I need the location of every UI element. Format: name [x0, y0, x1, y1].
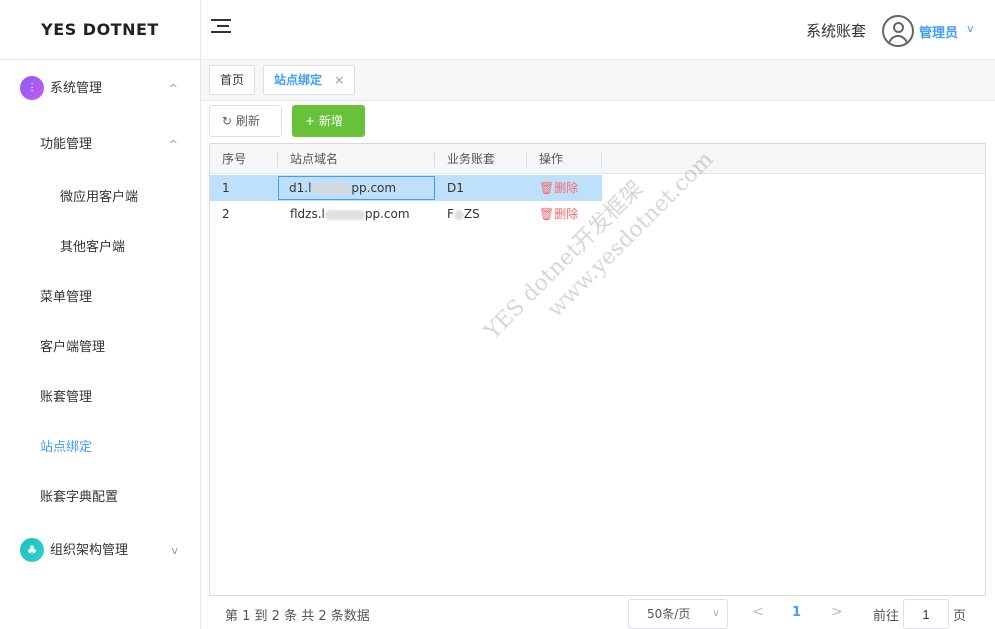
- tab-label: 站点绑定: [274, 73, 323, 87]
- sidebar-item-label: 其他客户端: [60, 240, 126, 255]
- sidebar-item-label: 系统管理: [50, 81, 103, 96]
- sidebar-item-org-structure[interactable]: ♣ 组织架构管理 v: [0, 537, 200, 565]
- tab-home[interactable]: 首页: [209, 65, 256, 95]
- sidebar-item-account-set-management[interactable]: 账套管理: [0, 384, 200, 412]
- site-binding-table: 序号 站点域名 业务账套 操作 1 d1.l pp.com D1 🗑删除 2 fl…: [209, 143, 986, 596]
- sidebar-item-site-binding[interactable]: 站点绑定: [0, 434, 200, 462]
- redacted-text: [311, 183, 352, 194]
- sidebar-item-label: 客户端管理: [40, 340, 106, 355]
- collapse-menu-icon[interactable]: [211, 19, 231, 39]
- sidebar-item-menu-management[interactable]: 菜单管理: [0, 284, 200, 312]
- sidebar-item-system-management[interactable]: ⫶ 系统管理 ^: [0, 75, 200, 103]
- chevron-down-icon: v: [171, 544, 178, 557]
- tabs-bar: 首页 站点绑定 ×: [201, 60, 995, 101]
- sidebar-item-function-management[interactable]: 功能管理 ^: [0, 131, 200, 159]
- cell-operation: 🗑删除: [527, 175, 602, 201]
- sidebar-item-client-management[interactable]: 客户端管理: [0, 334, 200, 362]
- user-avatar-icon[interactable]: [882, 15, 914, 47]
- cell-domain[interactable]: fldzs.l pp.com: [278, 201, 435, 227]
- prev-page-button[interactable]: <: [752, 604, 764, 620]
- sidebar-item-label: 账套管理: [40, 390, 93, 405]
- column-header-domain[interactable]: 站点域名: [278, 144, 435, 174]
- goto-page-input[interactable]: [903, 599, 949, 629]
- column-header-index[interactable]: 序号: [210, 144, 278, 174]
- top-header: 系统账套 管理员 v: [201, 0, 995, 60]
- chevron-down-icon: v: [713, 608, 719, 619]
- tab-site-binding[interactable]: 站点绑定 ×: [263, 65, 356, 95]
- trash-icon: 🗑: [539, 207, 555, 221]
- table-header: 序号 站点域名 业务账套 操作: [210, 144, 985, 174]
- user-name-dropdown[interactable]: 管理员: [919, 22, 958, 41]
- delete-button[interactable]: 🗑删除: [539, 207, 578, 221]
- cell-domain[interactable]: d1.l pp.com: [278, 176, 435, 200]
- cell-index: 1: [222, 181, 230, 195]
- tab-label: 首页: [220, 73, 245, 87]
- refresh-label: 刷新: [235, 114, 260, 128]
- page-number-current[interactable]: 1: [792, 605, 801, 620]
- close-icon[interactable]: ×: [334, 73, 344, 87]
- table-row[interactable]: 1 d1.l pp.com D1 🗑删除: [210, 175, 602, 201]
- sidebar-item-label: 功能管理: [40, 137, 93, 152]
- account-set-switch[interactable]: 系统账套: [806, 20, 866, 41]
- sliders-icon: ⫶: [20, 76, 44, 100]
- sidebar-item-label: 组织架构管理: [50, 543, 129, 558]
- redacted-text: [324, 209, 365, 220]
- sidebar-item-account-dictionary[interactable]: 账套字典配置: [0, 484, 200, 512]
- table-row[interactable]: 2 fldzs.l pp.com F ZS 🗑删除: [210, 201, 602, 227]
- plus-icon: +: [305, 114, 316, 128]
- chevron-up-icon: ^: [168, 138, 178, 151]
- cell-index: 2: [222, 207, 230, 221]
- chevron-up-icon: ^: [168, 82, 178, 95]
- sidebar-item-label: 微应用客户端: [60, 190, 139, 205]
- pagination-info: 第 1 到 2 条 共 2 条数据: [225, 609, 370, 624]
- chevron-down-icon[interactable]: v: [967, 22, 974, 35]
- sidebar-item-label: 站点绑定: [40, 440, 93, 455]
- trash-icon: 🗑: [539, 181, 555, 195]
- redacted-text: [453, 209, 464, 220]
- delete-button[interactable]: 🗑删除: [539, 181, 578, 195]
- sidebar-item-micro-app-client[interactable]: 微应用客户端: [0, 184, 200, 212]
- refresh-icon: ↻: [222, 114, 233, 128]
- next-page-button[interactable]: >: [831, 604, 843, 620]
- column-header-account-set[interactable]: 业务账套: [435, 144, 527, 174]
- app-logo: YES DOTNET: [0, 0, 200, 60]
- sidebar-item-label: 账套字典配置: [40, 490, 119, 505]
- goto-prefix: 前往: [873, 609, 900, 624]
- cell-operation: 🗑删除: [527, 201, 602, 227]
- sidebar-item-label: 菜单管理: [40, 290, 93, 305]
- sidebar: YES DOTNET ⫶ 系统管理 ^ 功能管理 ^ 微应用客户端 其他客户端 …: [0, 0, 201, 629]
- add-button[interactable]: + 新增: [292, 105, 365, 137]
- column-header-operation: 操作: [539, 152, 564, 166]
- refresh-button[interactable]: ↻ 刷新: [209, 105, 282, 137]
- cell-account-set: F ZS: [447, 207, 480, 221]
- goto-suffix: 页: [953, 609, 967, 624]
- add-label: 新增: [318, 114, 343, 128]
- cell-account-set: D1: [447, 181, 464, 195]
- sidebar-item-other-client[interactable]: 其他客户端: [0, 234, 200, 262]
- page-size-select[interactable]: 50条/页 v: [628, 599, 728, 629]
- org-chart-icon: ♣: [20, 538, 44, 562]
